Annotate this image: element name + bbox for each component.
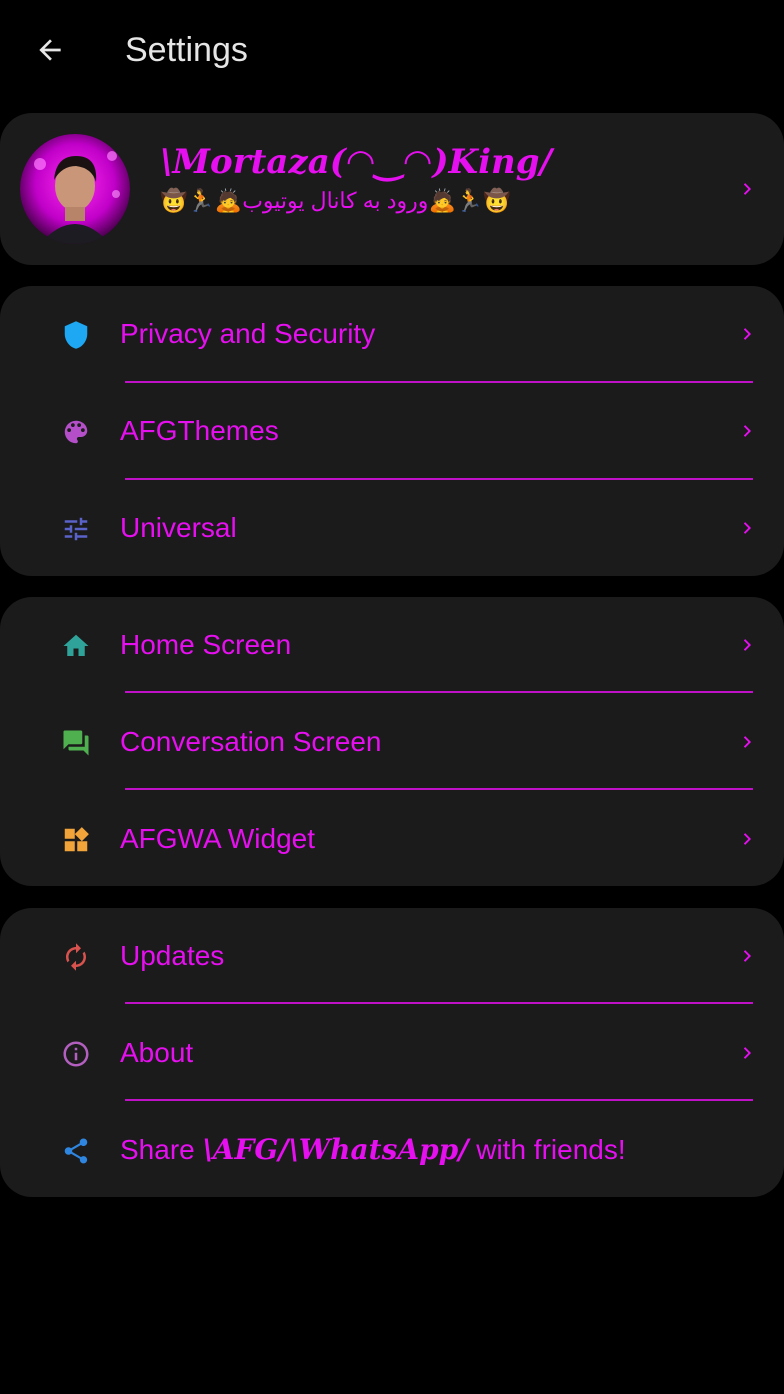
afgwa-widget-item[interactable]: AFGWA Widget <box>0 791 784 888</box>
item-label: Universal <box>120 512 237 543</box>
forum-icon <box>60 727 92 759</box>
share-suffix: with friends! <box>468 1134 626 1165</box>
chevron-right-icon <box>743 833 751 845</box>
conversation-screen-item[interactable]: Conversation Screen <box>0 694 784 791</box>
share-prefix: Share <box>120 1134 203 1165</box>
home-screen-item[interactable]: Home Screen <box>0 597 784 694</box>
chevron-right-icon <box>743 522 751 534</box>
universal-item[interactable]: Universal <box>0 480 784 577</box>
page-title: Settings <box>125 31 248 69</box>
shield-icon <box>60 319 92 351</box>
item-label: About <box>120 1037 194 1068</box>
info-icon <box>60 1038 92 1070</box>
about-item[interactable]: About <box>0 1005 784 1102</box>
item-label: Share \AFG/\WhatsApp/ with friends! <box>120 1132 626 1168</box>
divider <box>125 691 753 693</box>
chevron-right-icon <box>743 639 751 651</box>
updates-item[interactable]: Updates <box>0 908 784 1005</box>
profile-name: \Mortaza(◠‿◠)King/ <box>160 142 552 182</box>
chevron-right-icon <box>743 950 751 962</box>
settings-group-3: Updates About Share \AFG/\WhatsApp/ with… <box>0 908 784 1197</box>
arrow-back-icon <box>39 39 61 61</box>
brand-whatsapp: \WhatsApp/ <box>288 1133 469 1166</box>
avatar <box>20 134 130 244</box>
privacy-security-item[interactable]: Privacy and Security <box>0 286 784 383</box>
home-icon <box>60 630 92 662</box>
share-icon <box>60 1135 92 1167</box>
widgets-icon <box>60 824 92 856</box>
top-app-bar: Settings <box>0 0 784 100</box>
item-label: AFGThemes <box>120 415 279 446</box>
refresh-icon <box>60 941 92 973</box>
settings-group-1: Privacy and Security AFGThemes Universal <box>0 286 784 576</box>
profile-status: 🤠🏃🙇ورود به کانال یوتیوب🙇🏃🤠 <box>160 188 511 213</box>
divider <box>125 1099 753 1101</box>
share-item[interactable]: Share \AFG/\WhatsApp/ with friends! <box>0 1102 784 1199</box>
profile-card[interactable]: \Mortaza(◠‿◠)King/ 🤠🏃🙇ورود به کانال یوتی… <box>0 113 784 265</box>
afgthemes-item[interactable]: AFGThemes <box>0 383 784 480</box>
tune-icon <box>60 513 92 545</box>
item-label: Updates <box>120 940 225 971</box>
back-button[interactable] <box>30 30 70 70</box>
divider <box>125 788 753 790</box>
brand-afg: \AFG/ <box>202 1133 289 1166</box>
chevron-right-icon <box>743 425 751 437</box>
item-label: Privacy and Security <box>120 318 376 349</box>
settings-group-2: Home Screen Conversation Screen AFGWA Wi… <box>0 597 784 886</box>
palette-icon <box>60 416 92 448</box>
divider <box>125 1002 753 1004</box>
chevron-right-icon <box>743 1047 751 1059</box>
item-label: Conversation Screen <box>120 726 382 757</box>
item-label: AFGWA Widget <box>120 823 316 854</box>
chevron-right-icon <box>743 328 751 340</box>
item-label: Home Screen <box>120 629 292 660</box>
chevron-right-icon <box>743 736 751 748</box>
chevron-right-icon <box>743 183 751 195</box>
